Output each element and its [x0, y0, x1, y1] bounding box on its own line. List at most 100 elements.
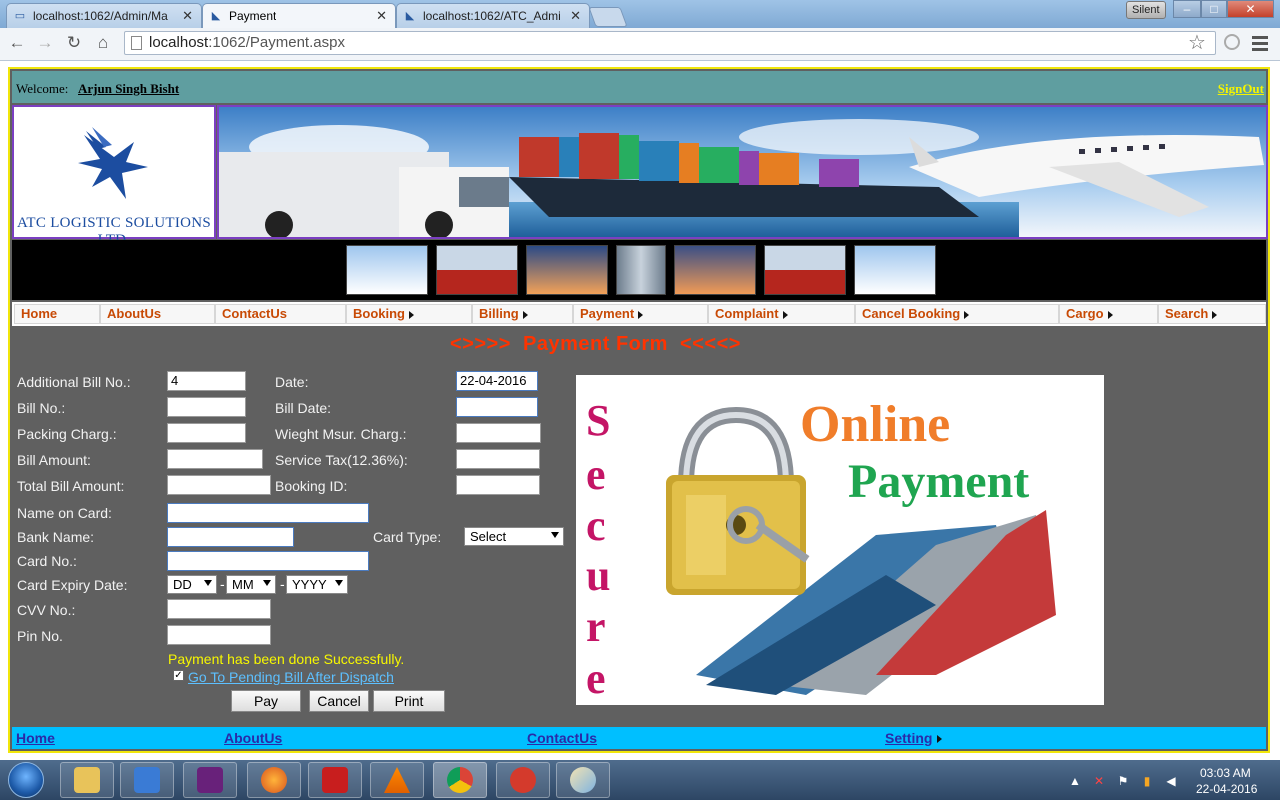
welcome-bar: Welcome: Arjun Singh Bisht SignOut	[12, 71, 1266, 103]
bill-no-input[interactable]	[167, 397, 246, 417]
padlock-icon	[666, 406, 806, 595]
pay-button[interactable]: Pay	[231, 690, 301, 712]
success-message: Payment has been done Successfully.	[168, 651, 405, 667]
payment-text: Payment	[848, 455, 1029, 508]
footer-home-link[interactable]: Home	[16, 730, 55, 746]
taskbar-chrome[interactable]	[433, 762, 487, 798]
nav-complaint[interactable]: Complaint	[708, 304, 855, 324]
thumbnail-trucks	[616, 245, 666, 295]
expiry-day-select[interactable]: DD	[167, 575, 217, 594]
weight-msur-charg-input[interactable]	[456, 423, 541, 443]
taskbar-vlc[interactable]	[370, 762, 424, 798]
nav-search[interactable]: Search	[1158, 304, 1266, 324]
label-card-type: Card Type:	[373, 529, 442, 545]
total-bill-amount-input[interactable]	[167, 475, 271, 495]
back-icon[interactable]: ←	[6, 32, 28, 54]
nav-aboutus[interactable]: AboutUs	[100, 304, 215, 324]
pin-no-input[interactable]	[167, 625, 271, 645]
select-value: DD	[173, 577, 192, 592]
expiry-year-select[interactable]: YYYY	[286, 575, 348, 594]
label-booking-id: Booking ID:	[275, 478, 348, 494]
service-tax-input[interactable]	[456, 449, 540, 469]
nav-home[interactable]: Home	[14, 304, 100, 324]
taskbar-acrobat[interactable]	[308, 762, 362, 798]
name-on-card-input[interactable]	[167, 503, 369, 523]
taskbar-paint[interactable]	[556, 762, 610, 798]
action-center-icon[interactable]: ⚑	[1116, 774, 1130, 788]
cvv-no-input[interactable]	[167, 599, 271, 619]
menu-icon[interactable]	[1252, 36, 1268, 54]
card-no-input[interactable]	[167, 551, 369, 571]
url-text[interactable]: localhost:1062/Payment.aspx	[149, 34, 345, 51]
nav-payment[interactable]: Payment	[573, 304, 708, 324]
label-cvv-no: CVV No.:	[17, 602, 76, 618]
media-player-icon	[134, 767, 160, 793]
bank-name-input[interactable]	[167, 527, 294, 547]
tab-atc-admin[interactable]: ◣ localhost:1062/ATC_Admi ✕	[396, 3, 590, 28]
pending-bill-link[interactable]: Go To Pending Bill After Dispatch	[188, 669, 394, 685]
label-additional-bill-no: Additional Bill No.:	[17, 374, 131, 390]
date-input[interactable]: 22-04-2016	[456, 371, 538, 391]
nav-contactus[interactable]: ContactUs	[215, 304, 346, 324]
close-icon[interactable]: ✕	[182, 8, 193, 24]
chevron-down-icon	[263, 580, 271, 586]
pending-bill-checkbox[interactable]: ✓	[173, 670, 184, 681]
thumbnail-truck-sunset-2	[674, 245, 756, 295]
acrobat-icon	[322, 767, 348, 793]
minimize-button[interactable]: –	[1173, 0, 1201, 18]
signout-link[interactable]: SignOut	[1218, 81, 1264, 97]
footer-contactus-link[interactable]: ContactUs	[527, 730, 597, 746]
nav-label: Billing	[479, 306, 519, 321]
additional-bill-no-input[interactable]: 4	[167, 371, 246, 391]
volume-icon[interactable]: ◀	[1164, 774, 1178, 788]
bookmark-star-icon[interactable]: ☆	[1188, 30, 1206, 55]
network-icon[interactable]: ✕	[1092, 774, 1106, 788]
taskbar-firefox[interactable]	[247, 762, 301, 798]
taskbar-media-player[interactable]	[120, 762, 174, 798]
close-icon[interactable]: ✕	[570, 8, 581, 24]
tab-admin[interactable]: ▭ localhost:1062/Admin/Ma ✕	[6, 3, 202, 28]
nav-booking[interactable]: Booking	[346, 304, 472, 324]
nav-label: Booking	[353, 306, 405, 321]
tab-payment[interactable]: ◣ Payment ✕	[202, 3, 396, 28]
taskbar-explorer[interactable]	[60, 762, 114, 798]
extension-icon[interactable]	[1224, 34, 1240, 50]
address-bar[interactable]: localhost:1062/Payment.aspx	[124, 31, 1216, 55]
show-hidden-icons-icon[interactable]: ▲	[1068, 774, 1082, 788]
cancel-button[interactable]: Cancel	[309, 690, 369, 712]
secure-letter: e	[586, 450, 606, 499]
footer-aboutus-link[interactable]: AboutUs	[224, 730, 282, 746]
booking-id-input[interactable]	[456, 475, 540, 495]
print-button[interactable]: Print	[373, 690, 445, 712]
card-type-select[interactable]: Select	[464, 527, 564, 546]
forward-icon[interactable]: →	[34, 32, 56, 54]
new-tab-button[interactable]	[588, 7, 628, 27]
nav-label: ContactUs	[222, 306, 288, 321]
close-window-button[interactable]: ✕	[1227, 0, 1274, 18]
online-text: Online	[800, 396, 950, 453]
reload-icon[interactable]: ↻	[63, 32, 85, 54]
expiry-month-select[interactable]: MM	[226, 575, 276, 594]
chevron-down-icon	[204, 580, 212, 586]
clock-date[interactable]: 22-04-2016	[1196, 782, 1257, 796]
profile-badge[interactable]: Silent	[1126, 1, 1166, 19]
nav-cancel-booking[interactable]: Cancel Booking	[855, 304, 1059, 324]
start-button[interactable]	[8, 762, 44, 798]
nav-billing[interactable]: Billing	[472, 304, 573, 324]
taskbar-ccleaner[interactable]	[496, 762, 550, 798]
nav-cargo[interactable]: Cargo	[1059, 304, 1158, 324]
label-pin-no: Pin No.	[17, 628, 63, 644]
power-icon[interactable]: ▮	[1140, 774, 1154, 788]
clock-time[interactable]: 03:03 AM	[1200, 766, 1251, 780]
thumbnail-truck	[436, 245, 518, 295]
bill-amount-input[interactable]	[167, 449, 263, 469]
packing-charg-input[interactable]	[167, 423, 246, 443]
bill-date-input[interactable]	[456, 397, 538, 417]
maximize-button[interactable]: □	[1201, 0, 1227, 18]
main-nav-menu: Home AboutUs ContactUs Booking Billing P…	[12, 302, 1266, 326]
close-icon[interactable]: ✕	[376, 8, 387, 24]
footer-setting-link[interactable]: Setting	[885, 730, 943, 746]
taskbar-visual-studio[interactable]	[183, 762, 237, 798]
home-icon[interactable]: ⌂	[92, 32, 114, 54]
user-name-link[interactable]: Arjun Singh Bisht	[78, 81, 179, 97]
